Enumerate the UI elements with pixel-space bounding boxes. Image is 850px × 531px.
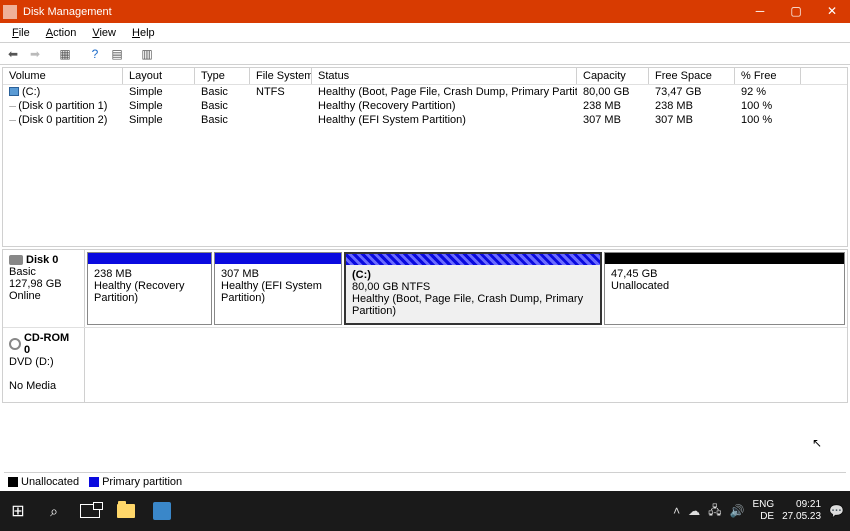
col-type[interactable]: Type [195,68,250,84]
disk-graphical-view: Disk 0 Basic 127,98 GB Online 238 MB Hea… [2,249,848,403]
minimize-button[interactable]: ─ [742,0,778,23]
system-tray: ˄ ☁ 🖧 🔊 ENG DE 09:21 27.05.23 💬 [673,499,850,523]
tray-notifications-icon[interactable]: 💬 [829,504,844,518]
toolbar: ⬅ ➡ ▦ ? ▤ ▥ [0,43,850,65]
disk-row: Disk 0 Basic 127,98 GB Online 238 MB Hea… [3,250,847,328]
col-layout[interactable]: Layout [123,68,195,84]
maximize-button[interactable]: ▢ [778,0,814,23]
volume-list[interactable]: Volume Layout Type File System Status Ca… [2,67,848,247]
search-button[interactable]: ⌕ [36,491,72,531]
window-title: Disk Management [21,6,742,18]
drive-icon [9,87,19,96]
partition-recovery[interactable]: 238 MB Healthy (Recovery Partition) [87,252,212,325]
col-status[interactable]: Status [312,68,577,84]
menu-view[interactable]: View [84,25,124,41]
volume-row[interactable]: (Disk 0 partition 2) Simple Basic Health… [3,113,847,127]
cdrom-row: CD-ROM 0 DVD (D:) No Media [3,328,847,402]
volume-row[interactable]: (Disk 0 partition 1) Simple Basic Health… [3,99,847,113]
volume-row[interactable]: (C:) Simple Basic NTFS Healthy (Boot, Pa… [3,85,847,99]
tray-network-icon[interactable]: 🖧 [708,501,721,522]
legend-swatch-unallocated [8,477,18,487]
close-button[interactable]: ✕ [814,0,850,23]
app-icon [3,5,17,19]
menu-file[interactable]: File [4,25,38,41]
col-pctfree[interactable]: % Free [735,68,801,84]
disk-icon [9,255,23,265]
forward-button[interactable]: ➡ [26,45,44,63]
partition-unallocated[interactable]: 47,45 GB Unallocated [604,252,845,325]
start-button[interactable]: ⊞ [0,491,36,531]
col-capacity[interactable]: Capacity [577,68,649,84]
title-bar: Disk Management ─ ▢ ✕ [0,0,850,23]
menu-help[interactable]: Help [124,25,163,41]
help-button[interactable]: ? [86,45,104,63]
menu-action[interactable]: Action [38,25,85,41]
tray-onedrive-icon[interactable]: ☁ [688,504,700,518]
menu-bar: File Action View Help [0,23,850,43]
volume-list-header: Volume Layout Type File System Status Ca… [3,68,847,85]
mouse-cursor: ↖ [812,436,822,450]
partition-c[interactable]: (C:) 80,00 GB NTFS Healthy (Boot, Page F… [344,252,602,325]
col-free[interactable]: Free Space [649,68,735,84]
legend: Unallocated Primary partition [4,472,846,491]
cdrom-icon [9,338,21,350]
legend-swatch-primary [89,477,99,487]
language-indicator[interactable]: ENG DE [752,499,774,523]
toolbar-button-3[interactable]: ▥ [138,45,156,63]
toolbar-button-2[interactable]: ▤ [108,45,126,63]
taskbar: ⊞ ⌕ ˄ ☁ 🖧 🔊 ENG DE 09:21 27.05.23 💬 [0,491,850,531]
col-filesystem[interactable]: File System [250,68,312,84]
col-volume[interactable]: Volume [3,68,123,84]
back-button[interactable]: ⬅ [4,45,22,63]
toolbar-button-1[interactable]: ▦ [56,45,74,63]
tray-chevron-icon[interactable]: ˄ [673,504,680,518]
file-explorer-button[interactable] [108,491,144,531]
tray-volume-icon[interactable]: 🔊 [729,504,744,518]
clock[interactable]: 09:21 27.05.23 [782,499,821,523]
task-view-button[interactable] [72,491,108,531]
cdrom-label[interactable]: CD-ROM 0 DVD (D:) No Media [3,328,85,402]
app-button[interactable] [144,491,180,531]
partition-efi[interactable]: 307 MB Healthy (EFI System Partition) [214,252,342,325]
disk-label[interactable]: Disk 0 Basic 127,98 GB Online [3,250,85,327]
